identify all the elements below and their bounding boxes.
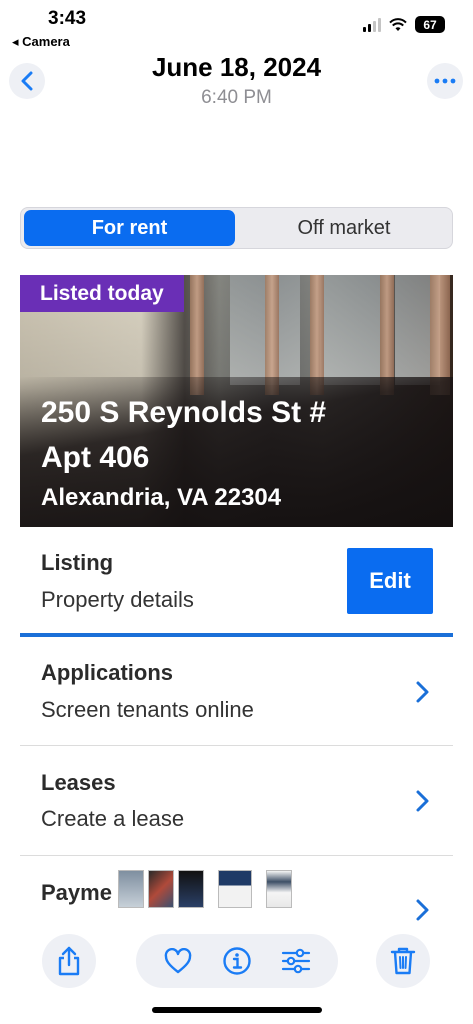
row-divider [20,855,453,856]
home-indicator[interactable] [152,1007,322,1013]
delete-button[interactable] [376,934,430,988]
chevron-right-icon [416,899,429,921]
leases-subtitle: Create a lease [41,806,185,831]
more-icon [434,78,456,84]
info-button[interactable] [215,939,259,983]
favorite-button[interactable] [156,939,200,983]
photo-thumbnail[interactable] [266,870,292,908]
wifi-icon [389,17,407,31]
battery-icon: 67 [415,16,445,33]
active-divider [20,633,453,637]
status-time: 3:43 [48,8,87,29]
photo-date: June 18, 2024 [151,52,322,82]
row-divider [20,745,453,746]
info-icon [223,947,251,975]
status-icons: 67 [363,16,445,33]
photo-actions-group [136,934,338,988]
for-rent-tab[interactable]: For rent [24,210,235,246]
share-icon [58,946,80,976]
share-button[interactable] [42,934,96,988]
photo-thumbnail[interactable] [218,870,252,908]
heart-icon [164,948,191,974]
listing-title: Listing [41,550,114,575]
photo-thumbnail[interactable] [148,870,174,908]
leases-title: Leases [41,770,116,795]
trash-icon [390,947,416,975]
edit-button[interactable]: Edit [347,548,433,614]
photo-thumbnail-strip[interactable] [118,870,292,908]
photo-time: 6:40 PM [201,87,272,108]
adjust-button[interactable] [274,939,318,983]
adjust-icon [282,948,311,974]
chevron-right-icon [416,790,429,812]
payments-title: Payme [41,880,112,905]
applications-title: Applications [41,660,174,685]
address-city-line: Alexandria, VA 22304 [41,484,282,511]
signal-icon [363,17,381,32]
listed-today-badge: Listed today [20,275,184,312]
off-market-tab[interactable]: Off market [237,210,451,246]
photo-thumbnail[interactable] [118,870,144,908]
chevron-right-icon [416,681,429,703]
more-button[interactable] [427,63,463,99]
applications-subtitle: Screen tenants online [41,697,254,722]
address-line-2: Apt 406 [41,441,150,474]
address-line-1: 250 S Reynolds St # [41,396,327,429]
listing-subtitle: Property details [41,587,194,612]
rent-status-segmented-control: For rent Off market [20,207,453,249]
photo-thumbnail[interactable] [178,870,204,908]
back-to-app-link[interactable]: ◂ Camera [12,34,70,50]
